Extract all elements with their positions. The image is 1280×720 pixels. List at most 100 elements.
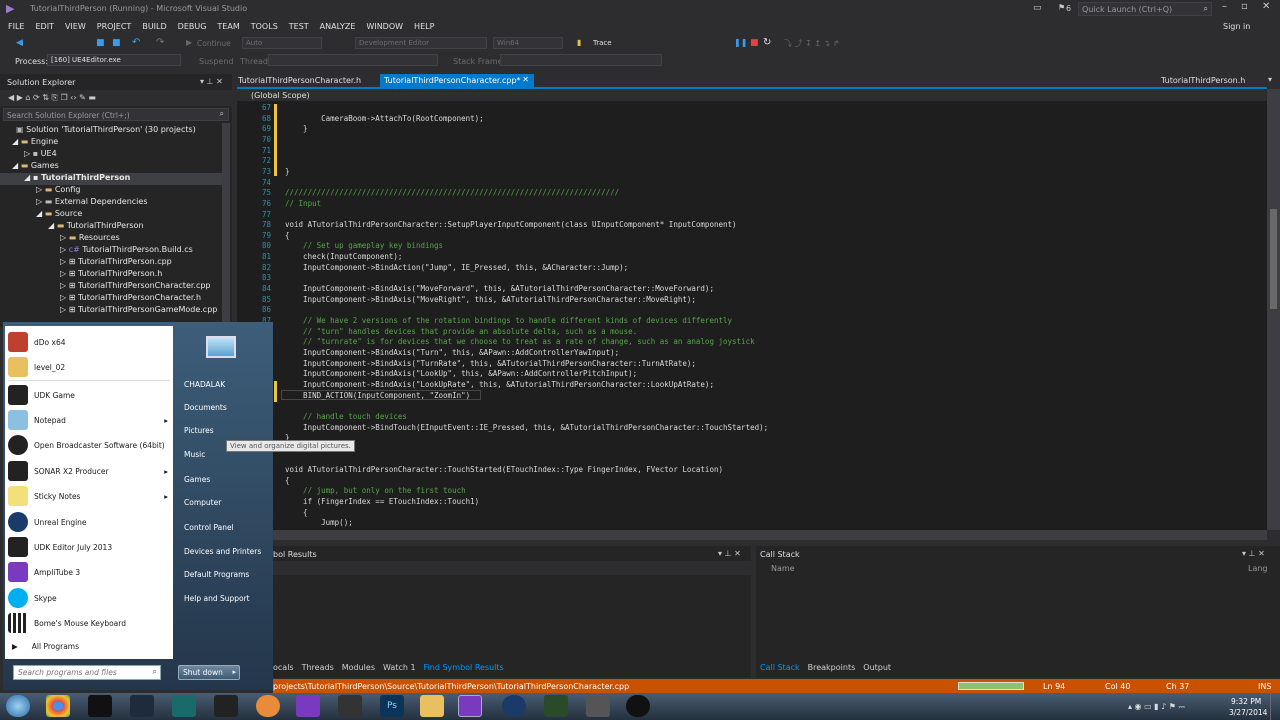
tree-item[interactable]: ◢ ▬ Source bbox=[36, 209, 82, 221]
tree-item-selected[interactable]: ◢ ▪ TutorialThirdPerson bbox=[0, 173, 222, 185]
code-line[interactable]: { bbox=[285, 476, 290, 485]
tab-locals[interactable]: ocals bbox=[273, 663, 294, 672]
notification-icon[interactable]: ⚑ bbox=[1058, 3, 1065, 12]
save-icon[interactable]: ■ bbox=[96, 38, 105, 48]
tree-item[interactable]: ▷ ⊞ TutorialThirdPersonCharacter.cpp bbox=[60, 281, 211, 293]
menu-tools[interactable]: TOOLS bbox=[251, 22, 278, 31]
program-bome[interactable]: Bome's Mouse Keyboard bbox=[8, 613, 126, 633]
suspend-button[interactable]: Suspend bbox=[199, 57, 233, 66]
tab-breakpoints[interactable]: Breakpoints bbox=[808, 663, 856, 672]
code-line[interactable]: CameraBoom->AttachTo(RootComponent); bbox=[285, 114, 484, 123]
undo-icon[interactable]: ↶ bbox=[132, 37, 140, 48]
menu-edit[interactable]: EDIT bbox=[35, 22, 53, 31]
code-line[interactable]: BIND_ACTION(InputComponent, "ZoomIn") bbox=[285, 391, 470, 400]
code-line[interactable]: } bbox=[285, 124, 308, 133]
tab-modules[interactable]: Modules bbox=[342, 663, 375, 672]
tree-item[interactable]: ◢ ▬ Games bbox=[12, 161, 59, 173]
step-icons[interactable]: ⤵ ⤴ ↧ ↥ ↴ ↱ bbox=[784, 38, 840, 49]
sign-in-link[interactable]: Sign in bbox=[1223, 22, 1250, 31]
tab-character-cpp[interactable]: TutorialThirdPersonCharacter.cpp* ✕ bbox=[380, 74, 534, 87]
solution-explorer-scrollbar[interactable] bbox=[222, 123, 230, 323]
save-all-icon[interactable]: ■ bbox=[112, 38, 121, 48]
auto-dropdown[interactable]: Auto bbox=[242, 37, 322, 49]
visual-studio-icon[interactable] bbox=[296, 695, 320, 717]
minimize-button[interactable]: – bbox=[1222, 1, 1227, 12]
show-desktop-button[interactable] bbox=[1270, 693, 1280, 720]
back-icon[interactable]: ◀ bbox=[16, 38, 23, 48]
tab-character-h[interactable]: TutorialThirdPersonCharacter.h bbox=[238, 76, 361, 85]
se-toolbar-icons[interactable]: ◀ ▶ ⌂ ⟳ ⇅ ⎘ ❐ ‹› ✎ ▬ bbox=[8, 93, 96, 103]
tab-output[interactable]: Output bbox=[863, 663, 891, 672]
tab-find-symbol-results[interactable]: Find Symbol Results bbox=[424, 663, 504, 672]
redo-icon[interactable]: ↷ bbox=[156, 37, 164, 48]
clock-time[interactable]: 9:32 PM bbox=[1231, 697, 1261, 706]
continue-button[interactable]: Continue bbox=[197, 39, 231, 48]
menu-team[interactable]: TEAM bbox=[217, 22, 239, 31]
program-sticky-notes[interactable]: Sticky Notes ▸ bbox=[8, 486, 168, 506]
user-picture[interactable] bbox=[200, 334, 244, 366]
lang-column-header[interactable]: Lang bbox=[1248, 564, 1268, 573]
thread-dropdown[interactable] bbox=[268, 54, 438, 66]
menu-view[interactable]: VIEW bbox=[65, 22, 86, 31]
program-unreal-engine[interactable]: Unreal Engine bbox=[8, 512, 87, 532]
amplitube-taskbar-icon[interactable] bbox=[130, 695, 154, 717]
editor-horizontal-scrollbar[interactable] bbox=[237, 530, 1267, 540]
code-line[interactable]: InputComponent->BindAxis("TurnRate", thi… bbox=[285, 359, 696, 368]
code-line[interactable]: check(InputComponent); bbox=[285, 252, 402, 261]
stack-frame-dropdown[interactable] bbox=[500, 54, 662, 66]
program-ddo[interactable]: dDo x64 bbox=[8, 332, 66, 352]
menu-test[interactable]: TEST bbox=[289, 22, 309, 31]
pin-icon[interactable]: ▾ ⊥ ✕ bbox=[200, 77, 223, 86]
start-right-user[interactable]: CHADALAK bbox=[184, 380, 225, 389]
code-line[interactable]: InputComponent->BindAxis("Turn", this, &… bbox=[285, 348, 619, 357]
tree-item[interactable]: ▷ c# TutorialThirdPerson.Build.cs bbox=[60, 245, 193, 257]
maya-icon[interactable] bbox=[172, 695, 196, 717]
tree-item[interactable]: ◢ ▬ Engine bbox=[12, 137, 58, 149]
name-column-header[interactable]: Name bbox=[771, 564, 795, 573]
restart-icon[interactable]: ↻ bbox=[763, 37, 771, 48]
start-right-control-panel[interactable]: Control Panel bbox=[184, 523, 234, 532]
menu-file[interactable]: FILE bbox=[8, 22, 24, 31]
start-right-games[interactable]: Games bbox=[184, 475, 210, 484]
tab-threads[interactable]: Threads bbox=[302, 663, 334, 672]
menu-help[interactable]: HELP bbox=[414, 22, 434, 31]
maximize-button[interactable]: ▫ bbox=[1241, 1, 1248, 12]
code-line[interactable]: if (FingerIndex == ETouchIndex::Touch1) bbox=[285, 497, 479, 506]
program-level02[interactable]: level_02 bbox=[8, 357, 65, 377]
tree-item[interactable]: ▷ ▬ Resources bbox=[60, 233, 120, 245]
quick-launch-input[interactable]: Quick Launch (Ctrl+Q) ⌕ bbox=[1078, 2, 1212, 16]
tree-item[interactable]: ▷ ⊞ TutorialThirdPersonCharacter.h bbox=[60, 293, 201, 305]
unity-icon[interactable] bbox=[338, 695, 362, 717]
tree-item[interactable]: ▷ ⊞ TutorialThirdPerson.cpp bbox=[60, 257, 172, 269]
tab-watch[interactable]: Watch 1 bbox=[383, 663, 416, 672]
continue-icon[interactable]: ▶ bbox=[186, 38, 192, 47]
configuration-dropdown[interactable]: Development Editor bbox=[355, 37, 487, 49]
code-line[interactable]: InputComponent->BindAxis("LookUp", this,… bbox=[285, 369, 637, 378]
panel-controls-icon[interactable]: ▾ ⊥ ✕ bbox=[1242, 549, 1265, 558]
udk-taskbar-icon[interactable] bbox=[88, 695, 112, 717]
platform-dropdown[interactable]: Win64 bbox=[493, 37, 563, 49]
tree-item[interactable]: ◢ ▬ TutorialThirdPerson bbox=[48, 221, 144, 233]
code-line[interactable]: InputComponent->BindTouch(EInputEvent::I… bbox=[285, 423, 768, 432]
app-taskbar-icon[interactable] bbox=[544, 695, 568, 717]
menu-project[interactable]: PROJECT bbox=[97, 22, 132, 31]
unreal-taskbar-icon[interactable] bbox=[626, 695, 650, 717]
close-button[interactable]: ✕ bbox=[1262, 1, 1270, 12]
tree-item[interactable]: ▷ ▪ UE4 bbox=[24, 149, 57, 161]
process-dropdown[interactable]: [160] UE4Editor.exe bbox=[47, 54, 181, 66]
paint-icon[interactable] bbox=[256, 695, 280, 717]
all-programs-button[interactable]: ▶ All Programs bbox=[8, 637, 79, 655]
solution-search-input[interactable]: Search Solution Explorer (Ctrl+;) ⌕ bbox=[3, 108, 229, 121]
code-line[interactable]: } bbox=[285, 167, 290, 176]
program-notepad[interactable]: Notepad ▸ bbox=[8, 410, 168, 430]
program-udk-game[interactable]: UDK Game bbox=[8, 385, 75, 405]
clock-date[interactable]: 3/27/2014 bbox=[1229, 708, 1267, 717]
code-line[interactable]: // We have 2 versions of the rotation bi… bbox=[285, 316, 732, 325]
visual-studio-active-icon[interactable] bbox=[458, 695, 482, 717]
start-search-input[interactable]: Search programs and files ⌕ bbox=[13, 665, 161, 680]
editor-vertical-scrollbar[interactable] bbox=[1267, 89, 1280, 530]
photoshop-icon[interactable]: Ps bbox=[380, 695, 404, 717]
code-line[interactable]: InputComponent->BindAxis("MoveForward", … bbox=[285, 284, 714, 293]
tab-dropdown-icon[interactable]: ▾ bbox=[1268, 75, 1272, 84]
code-line[interactable]: ////////////////////////////////////////… bbox=[285, 188, 619, 197]
